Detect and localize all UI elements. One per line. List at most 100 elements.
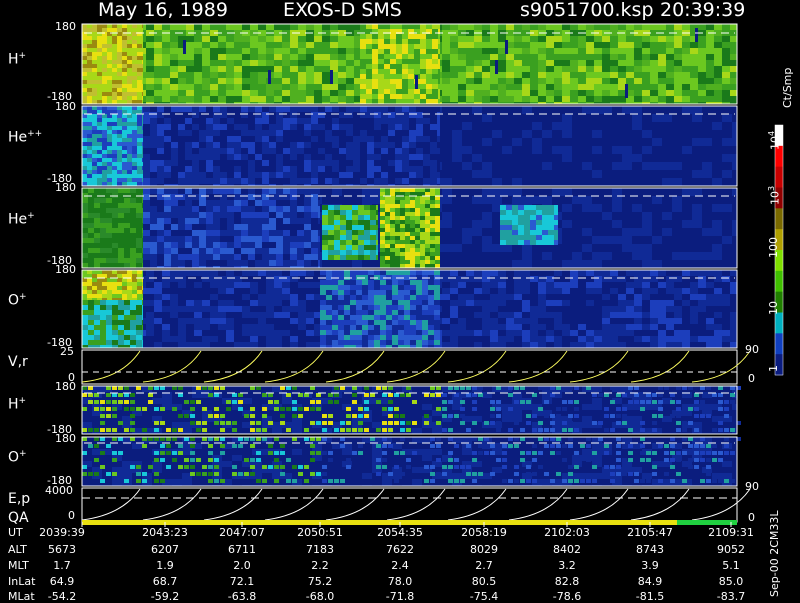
h-plus-spectrogram-cell — [730, 36, 737, 42]
he-plus-spectrogram-cell — [702, 196, 712, 204]
he-plus-plus-spectrogram-cell — [562, 162, 572, 170]
he-plus-plus-spectrogram-cell — [692, 114, 702, 122]
h-plus-dark-streak — [695, 28, 698, 42]
h-plus-spectrogram-cell — [618, 66, 626, 72]
he-plus-plus-spectrogram-cell — [137, 106, 142, 110]
he-plus-spectrogram-cell — [532, 188, 542, 196]
he-plus-plus-spectrogram-cell — [87, 158, 92, 162]
h-plus-spectrogram-cell — [366, 89, 372, 94]
he-plus-plus-spectrogram-cell — [92, 174, 97, 178]
he-plus-plus-spectrogram-cell — [82, 158, 87, 162]
h-plus-spectrogram-cell — [438, 89, 440, 94]
h-plus-spectrogram-cell — [322, 96, 330, 102]
h-plus-spectrogram-cell — [522, 66, 530, 72]
h-plus-spectrogram-cell — [250, 54, 258, 60]
he-plus-spectrogram-cell — [318, 236, 320, 242]
he-plus-plus-spectrogram-cell — [82, 106, 87, 110]
he-plus-spectrogram-cell — [269, 254, 276, 260]
he-plus-spectrogram-cell — [82, 188, 88, 193]
he-plus-plus-spectrogram-cell — [311, 106, 318, 112]
o-plus-spectrogram-cell — [522, 270, 530, 276]
he-plus-spectrogram-cell — [118, 258, 124, 263]
he-plus-spectrogram-cell — [405, 216, 410, 220]
he-plus-plus-spectrogram-cell — [402, 178, 409, 184]
h-plus-spectrogram-cell — [642, 90, 650, 96]
h-plus-spectrogram-cell — [642, 72, 650, 78]
h-plus-spectrogram-cell — [107, 84, 112, 88]
h-plus-spectrogram-cell — [274, 48, 282, 54]
h-plus-spectrogram-cell — [282, 66, 290, 72]
he-plus-spectrogram-cell — [276, 254, 283, 260]
he-plus-plus-spectrogram-cell — [374, 130, 381, 136]
he-plus-spectrogram-cell — [100, 198, 106, 203]
h-plus-spectrogram-cell — [562, 90, 570, 96]
he-plus-spectrogram-cell — [395, 204, 400, 208]
h-plus-spectrogram-cell — [170, 84, 178, 90]
h-plus-spectrogram-cell — [466, 78, 474, 84]
h-plus-spectrogram-cell — [390, 84, 396, 89]
he-plus-spectrogram-cell — [672, 228, 682, 236]
h-plus-spectrogram-cell — [107, 92, 112, 96]
he-plus-spectrogram-cell — [171, 254, 178, 260]
he-plus-spectrogram-cell — [435, 224, 440, 228]
he-plus-plus-spectrogram-cell — [220, 178, 227, 184]
he-plus-spectrogram-cell — [562, 228, 572, 236]
he-plus-plus-spectrogram-cell — [402, 148, 409, 154]
h-plus-spectrogram-cell — [490, 36, 498, 42]
he-plus-plus-spectrogram-cell — [107, 158, 112, 162]
he-plus-spectrogram-cell — [482, 212, 492, 220]
he-plus-spectrogram-cell — [662, 244, 672, 252]
h-plus-spectrogram-cell — [314, 48, 322, 54]
h-plus-spectrogram-cell — [562, 48, 570, 54]
h-plus-spectrogram-cell — [92, 96, 97, 100]
he-plus-spectrogram-cell — [352, 188, 362, 196]
he-plus-spectrogram-cell — [542, 210, 548, 215]
he-plus-spectrogram-cell — [530, 220, 536, 225]
h-plus-spectrogram-cell — [162, 48, 170, 54]
h-plus-spectrogram-cell — [408, 49, 414, 54]
he-plus-spectrogram-cell — [192, 254, 199, 260]
h-plus-spectrogram-cell — [642, 42, 650, 48]
he-plus-spectrogram-cell — [130, 263, 136, 268]
h-plus-spectrogram-cell — [666, 36, 674, 42]
he-plus-plus-spectrogram-cell — [353, 130, 360, 136]
h-plus-spectrogram-cell — [402, 34, 408, 39]
h-plus-spectrogram-cell — [112, 68, 117, 72]
h-plus-spectrogram-cell — [372, 64, 378, 69]
he-plus-plus-spectrogram-cell — [642, 130, 652, 138]
he-plus-plus-spectrogram-cell — [682, 178, 692, 186]
he-plus-spectrogram-cell — [702, 212, 712, 220]
o-plus-spectrogram-cell — [178, 276, 186, 282]
he-plus-plus-spectrogram-cell — [522, 178, 532, 186]
o-plus-spectrogram-cell — [218, 276, 226, 282]
he-plus-spectrogram-cell — [430, 216, 435, 220]
he-plus-plus-spectrogram-cell — [213, 166, 220, 172]
he-plus-spectrogram-cell — [542, 196, 552, 204]
h-plus-spectrogram-cell — [322, 72, 330, 78]
he-plus-plus-spectrogram-cell — [171, 142, 178, 148]
he-plus-plus-spectrogram-cell — [622, 114, 632, 122]
he-plus-plus-spectrogram-cell — [416, 112, 423, 118]
he-plus-plus-spectrogram-cell — [178, 178, 185, 184]
h-plus-spectrogram-cell — [170, 78, 178, 84]
he-plus-spectrogram-cell — [262, 236, 269, 242]
he-plus-spectrogram-cell — [130, 188, 136, 193]
h-plus-spectrogram-cell — [432, 69, 438, 74]
he-plus-spectrogram-cell — [112, 198, 118, 203]
he-plus-plus-spectrogram-cell — [402, 112, 409, 118]
he-plus-plus-spectrogram-cell — [107, 182, 112, 186]
he-plus-plus-spectrogram-cell — [592, 130, 602, 138]
he-plus-spectrogram-cell — [150, 230, 157, 236]
h-plus-spectrogram-cell — [442, 66, 450, 72]
h-plus-dark-streak — [625, 84, 628, 98]
h-plus-spectrogram-cell — [142, 100, 143, 104]
he-plus-spectrogram-cell — [213, 218, 220, 224]
he-plus-plus-spectrogram-cell — [132, 106, 137, 110]
h-plus-spectrogram-cell — [554, 54, 562, 60]
he-plus-plus-spectrogram-cell — [632, 154, 642, 162]
h-plus-spectrogram-cell — [438, 84, 440, 89]
h-plus-spectrogram-cell — [298, 48, 306, 54]
he-plus-spectrogram-cell — [572, 236, 582, 244]
h-plus-spectrogram-cell — [546, 48, 554, 54]
he-plus-spectrogram-cell — [297, 248, 304, 254]
